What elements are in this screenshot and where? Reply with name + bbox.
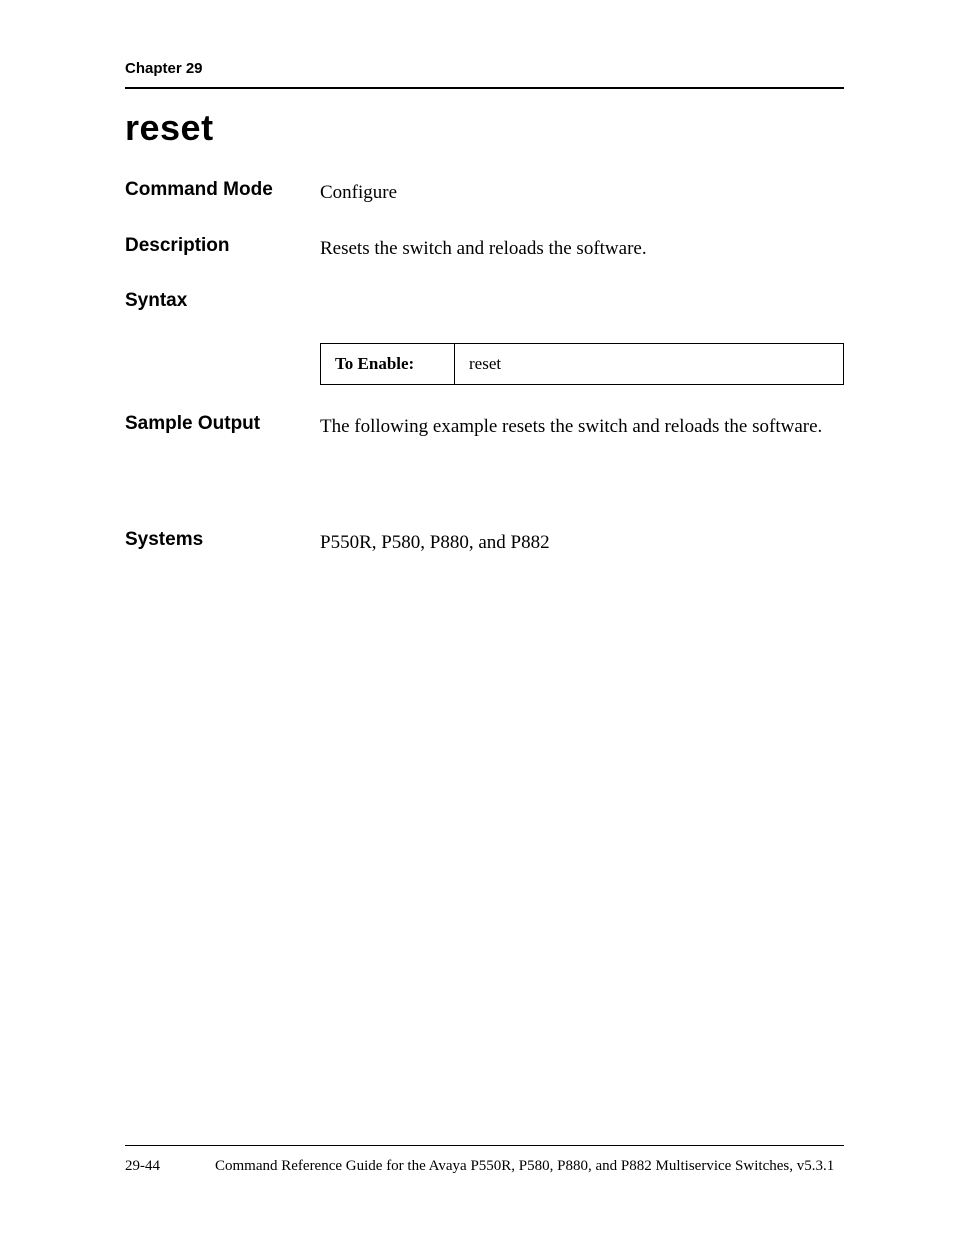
- row-description: Description Resets the switch and reload…: [125, 235, 844, 263]
- page-title: reset: [125, 107, 844, 149]
- row-syntax-label: Syntax: [125, 290, 844, 312]
- syntax-table-wrap: To Enable: reset: [320, 340, 844, 385]
- page-footer: 29-44 Command Reference Guide for the Av…: [125, 1145, 844, 1175]
- syntax-table: To Enable: reset: [320, 343, 844, 385]
- row-syntax-table: To Enable: reset: [125, 340, 844, 385]
- syntax-table-row: To Enable: reset: [321, 344, 844, 385]
- label-description: Description: [125, 235, 320, 257]
- value-description: Resets the switch and reloads the softwa…: [320, 235, 844, 263]
- label-sample-output: Sample Output: [125, 413, 320, 435]
- value-syntax-empty: [320, 290, 844, 291]
- chapter-header: Chapter 29: [125, 60, 844, 89]
- value-sample-output: The following example resets the switch …: [320, 413, 844, 441]
- vertical-spacer: [125, 469, 844, 529]
- document-page: Chapter 29 reset Command Mode Configure …: [0, 0, 954, 1235]
- row-systems: Systems P550R, P580, P880, and P882: [125, 529, 844, 557]
- label-command-mode: Command Mode: [125, 179, 320, 201]
- label-systems: Systems: [125, 529, 320, 551]
- value-systems: P550R, P580, P880, and P882: [320, 529, 844, 557]
- footer-page-number: 29-44: [125, 1158, 215, 1175]
- value-command-mode: Configure: [320, 179, 844, 207]
- syntax-table-header-cell: To Enable:: [321, 344, 455, 385]
- row-sample-output: Sample Output The following example rese…: [125, 413, 844, 441]
- footer-title: Command Reference Guide for the Avaya P5…: [215, 1158, 844, 1175]
- syntax-table-value-cell: reset: [455, 344, 844, 385]
- label-syntax: Syntax: [125, 290, 320, 312]
- row-command-mode: Command Mode Configure: [125, 179, 844, 207]
